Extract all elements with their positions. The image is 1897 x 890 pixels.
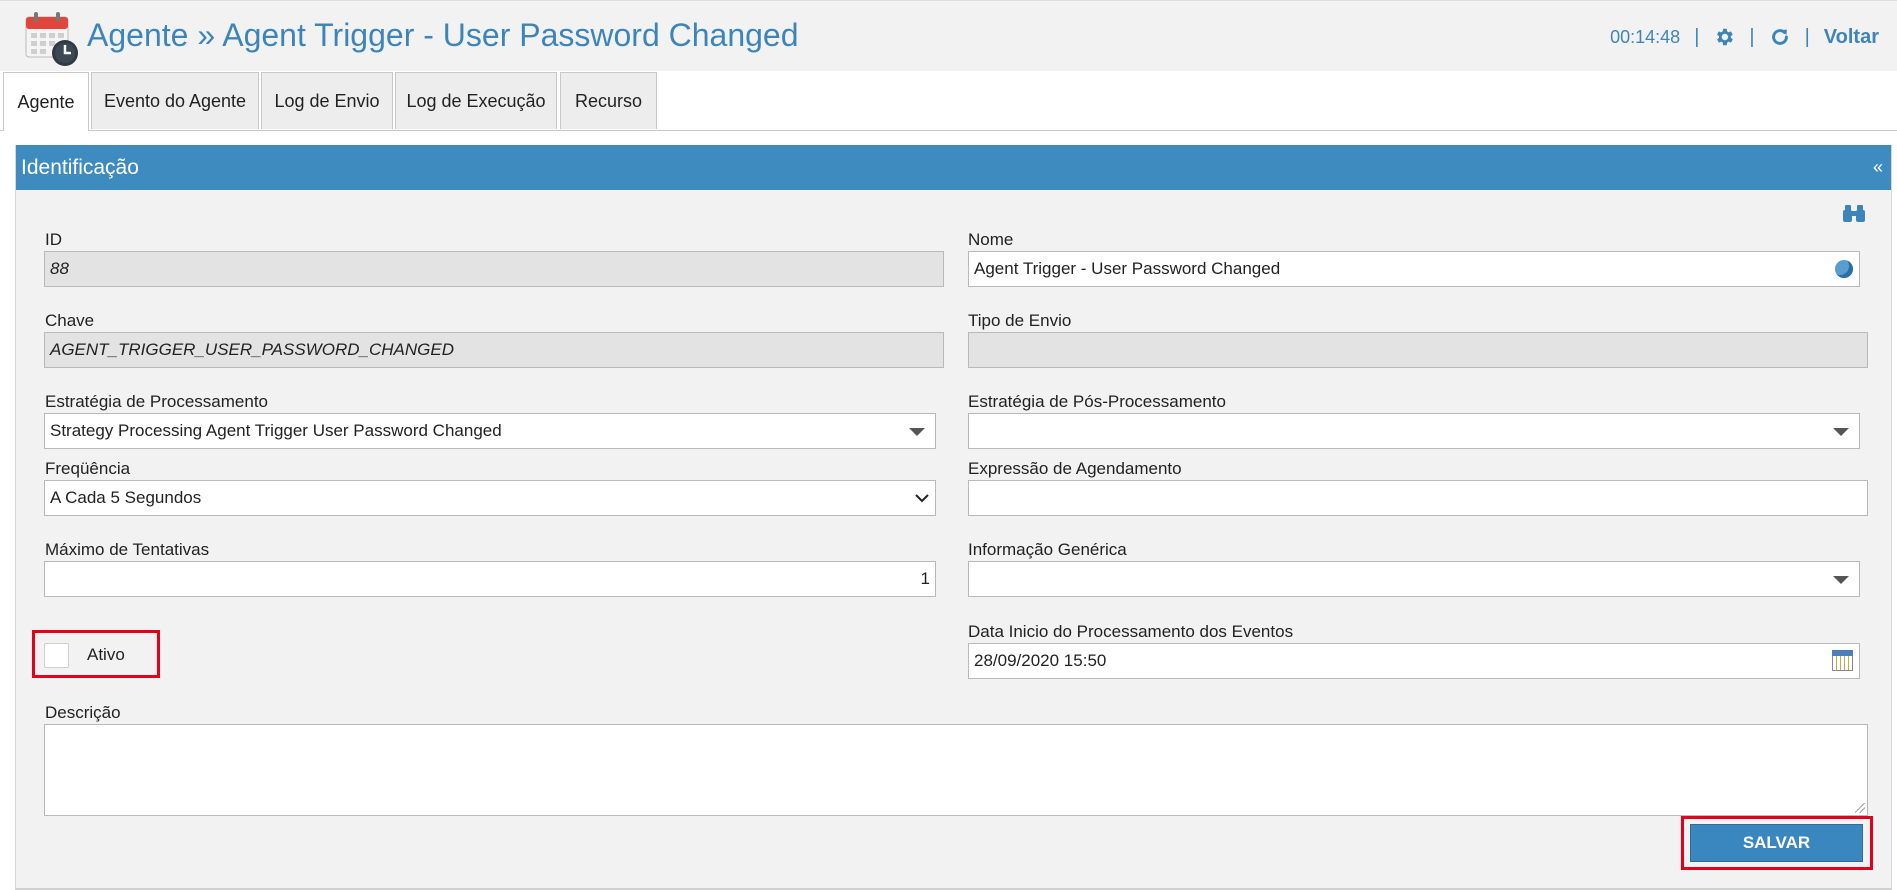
estrategia-processamento-value: Strategy Processing Agent Trigger User P… xyxy=(50,421,502,440)
nome-field[interactable]: Agent Trigger - User Password Changed xyxy=(968,251,1860,287)
session-timer: 00:14:48 xyxy=(1610,26,1681,47)
binoculars-icon[interactable] xyxy=(1843,203,1865,223)
separator: | xyxy=(1804,25,1810,48)
estrategia-pos-select[interactable] xyxy=(968,413,1860,449)
save-button[interactable]: SALVAR xyxy=(1690,824,1863,862)
calendar-icon[interactable] xyxy=(1832,650,1853,671)
collapse-icon[interactable]: « xyxy=(1873,157,1883,178)
estrategia-processamento-select[interactable]: Strategy Processing Agent Trigger User P… xyxy=(44,413,936,449)
id-label: ID xyxy=(45,230,62,249)
dropdown-arrow-icon xyxy=(1833,576,1849,584)
globe-icon[interactable] xyxy=(1835,260,1853,278)
max-tentativas-field[interactable]: 1 xyxy=(44,561,936,597)
tab-agente[interactable]: Agente xyxy=(3,72,89,131)
dropdown-arrow-icon xyxy=(1833,428,1849,436)
frequencia-select[interactable]: A Cada 5 Segundos xyxy=(44,480,936,516)
separator: | xyxy=(1749,25,1755,48)
tipo-envio-field xyxy=(968,332,1868,368)
descricao-label: Descrição xyxy=(45,703,121,722)
data-inicio-field[interactable]: 28/09/2020 15:50 xyxy=(968,643,1860,679)
estrategia-processamento-label: Estratégia de Processamento xyxy=(45,392,269,411)
chave-field: AGENT_TRIGGER_USER_PASSWORD_CHANGED xyxy=(44,332,944,368)
panel-header[interactable]: Identificação « xyxy=(16,145,1891,190)
expressao-field[interactable] xyxy=(968,480,1868,516)
page-header: Agente » Agent Trigger - User Password C… xyxy=(0,0,1897,71)
expressao-label: Expressão de Agendamento xyxy=(968,459,1182,478)
descricao-textarea[interactable] xyxy=(44,724,1868,816)
data-inicio-label: Data Inicio do Processamento dos Eventos xyxy=(968,622,1294,641)
separator: | xyxy=(1694,25,1700,48)
tab-log-de-execucao[interactable]: Log de Execução xyxy=(395,72,557,129)
info-generica-select[interactable] xyxy=(968,561,1860,597)
panel-title: Identificação xyxy=(21,156,139,179)
chave-label: Chave xyxy=(45,311,95,330)
info-generica-label: Informação Genérica xyxy=(968,540,1127,559)
gear-icon[interactable] xyxy=(1713,26,1735,48)
resize-handle[interactable] xyxy=(1855,803,1865,813)
tipo-envio-label: Tipo de Envio xyxy=(968,311,1072,330)
ativo-checkbox[interactable] xyxy=(44,643,69,668)
chevron-down-icon xyxy=(915,494,929,503)
tab-log-de-envio[interactable]: Log de Envio xyxy=(261,72,393,129)
estrategia-pos-label: Estratégia de Pós-Processamento xyxy=(968,392,1226,411)
page-title: Agente » Agent Trigger - User Password C… xyxy=(87,17,799,53)
ativo-label: Ativo xyxy=(87,645,125,664)
tab-bar: Agente Evento do Agente Log de Envio Log… xyxy=(0,72,1897,131)
id-field: 88 xyxy=(44,251,944,287)
nome-value: Agent Trigger - User Password Changed xyxy=(974,259,1281,278)
frequencia-label: Freqüência xyxy=(45,459,131,478)
frequencia-value: A Cada 5 Segundos xyxy=(50,488,202,507)
data-inicio-value: 28/09/2020 15:50 xyxy=(974,651,1107,670)
calendar-clock-icon xyxy=(25,12,78,66)
tab-recurso[interactable]: Recurso xyxy=(560,72,657,129)
nome-label: Nome xyxy=(968,230,1014,249)
header-toolbar: 00:14:48 | | | Voltar xyxy=(1610,23,1879,51)
dropdown-arrow-icon xyxy=(909,428,925,436)
max-tentativas-label: Máximo de Tentativas xyxy=(45,540,210,559)
back-link[interactable]: Voltar xyxy=(1824,26,1879,49)
tab-evento-do-agente[interactable]: Evento do Agente xyxy=(91,72,259,129)
refresh-icon[interactable] xyxy=(1769,26,1791,48)
